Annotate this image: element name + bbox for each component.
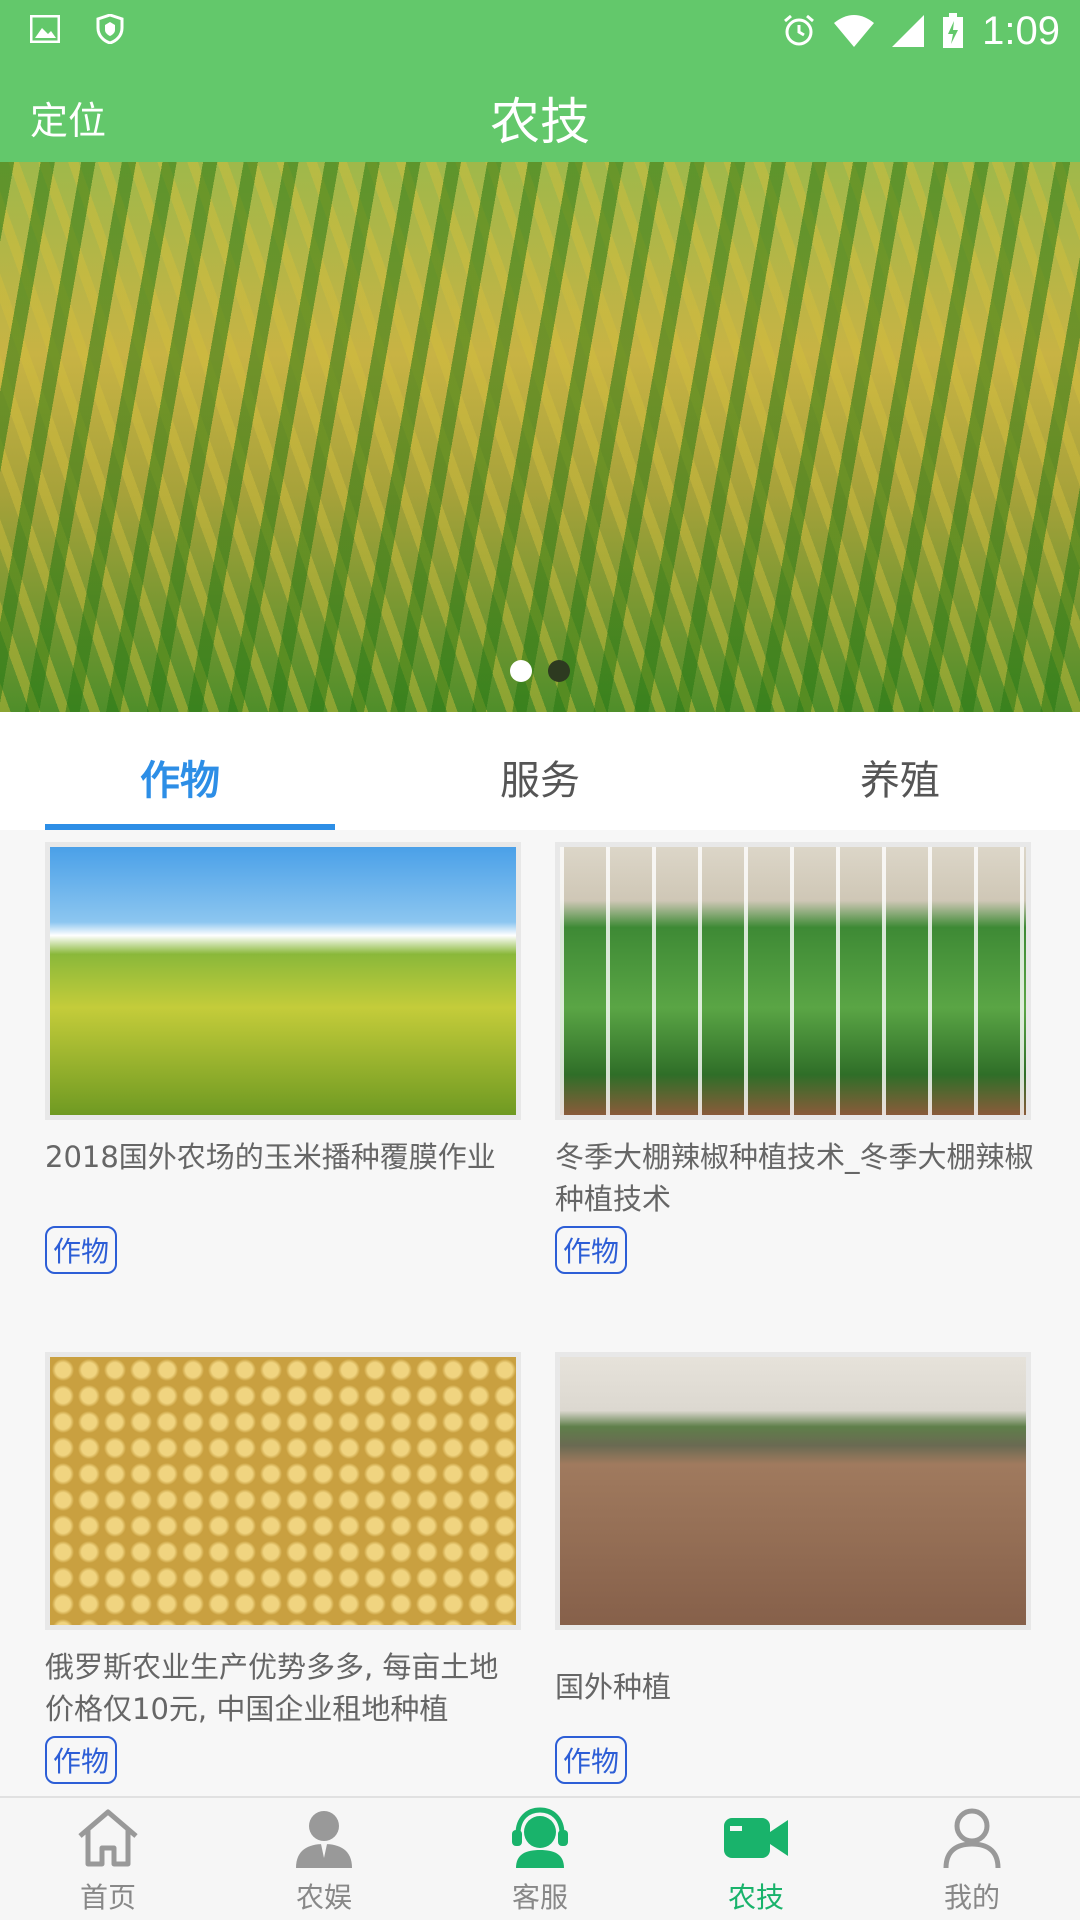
user-icon bbox=[296, 1811, 352, 1868]
nav-entertainment-label: 农娱 bbox=[295, 1881, 352, 1914]
article-card[interactable]: 冬季大棚辣椒种植技术_冬季大棚辣椒种植技术 作物 bbox=[555, 842, 1035, 1274]
nav-customer-service[interactable]: 客服 bbox=[432, 1798, 648, 1920]
category-tabs: 作物 服务 养殖 bbox=[0, 712, 1080, 830]
home-icon bbox=[78, 1809, 138, 1867]
shield-icon bbox=[96, 14, 124, 44]
nav-home[interactable]: 首页 bbox=[0, 1798, 216, 1920]
app-bar: 定位 农技 bbox=[0, 62, 1080, 162]
article-thumbnail[interactable] bbox=[555, 842, 1031, 1120]
article-tag: 作物 bbox=[555, 1226, 628, 1274]
carousel-indicator bbox=[0, 660, 1080, 682]
tab-services[interactable]: 服务 bbox=[360, 712, 720, 830]
page-title: 农技 bbox=[490, 93, 590, 151]
article-thumbnail[interactable] bbox=[45, 842, 521, 1120]
status-bar: 1:09 bbox=[0, 0, 1080, 62]
article-tag: 作物 bbox=[555, 1736, 628, 1784]
nav-agri-tech-label: 农技 bbox=[727, 1881, 784, 1914]
tab-active-indicator bbox=[45, 824, 335, 830]
battery-charging-icon bbox=[943, 13, 964, 48]
article-card[interactable]: 国外种植 作物 bbox=[555, 1352, 1035, 1784]
headset-icon bbox=[512, 1807, 568, 1868]
tab-breeding[interactable]: 养殖 bbox=[720, 712, 1080, 830]
article-thumbnail[interactable] bbox=[45, 1352, 521, 1630]
carousel-dot-1[interactable] bbox=[510, 660, 532, 682]
article-card[interactable]: 2018国外农场的玉米播种覆膜作业 作物 bbox=[45, 842, 525, 1274]
wifi-icon bbox=[834, 15, 875, 47]
alarm-icon bbox=[784, 14, 815, 46]
article-title[interactable]: 冬季大棚辣椒种植技术_冬季大棚辣椒种植技术 bbox=[555, 1136, 1035, 1220]
article-title[interactable]: 2018国外农场的玉米播种覆膜作业 bbox=[45, 1136, 525, 1220]
nav-profile[interactable]: 我的 bbox=[864, 1798, 1080, 1920]
banner-carousel[interactable] bbox=[0, 162, 1080, 712]
nav-entertainment[interactable]: 农娱 bbox=[216, 1798, 432, 1920]
signal-icon bbox=[892, 15, 925, 47]
nav-agri-tech[interactable]: 农技 bbox=[648, 1798, 864, 1920]
article-tag: 作物 bbox=[45, 1736, 118, 1784]
nav-home-label: 首页 bbox=[79, 1881, 136, 1914]
article-tag: 作物 bbox=[45, 1226, 118, 1274]
article-thumbnail[interactable] bbox=[555, 1352, 1031, 1630]
nav-profile-label: 我的 bbox=[943, 1881, 1000, 1914]
tab-crops[interactable]: 作物 bbox=[0, 712, 360, 830]
carousel-dot-2[interactable] bbox=[548, 660, 570, 682]
video-camera-icon bbox=[724, 1818, 788, 1858]
nav-customer-service-label: 客服 bbox=[511, 1881, 568, 1914]
image-notification-icon bbox=[30, 15, 60, 43]
article-title[interactable]: 俄罗斯农业生产优势多多, 每亩土地价格仅10元, 中国企业租地种植 bbox=[45, 1646, 525, 1730]
person-icon bbox=[943, 1808, 1001, 1869]
bottom-navigation: 首页 农娱 客服 农技 我的 bbox=[0, 1796, 1080, 1920]
status-time: 1:09 bbox=[982, 8, 1060, 53]
article-card[interactable]: 俄罗斯农业生产优势多多, 每亩土地价格仅10元, 中国企业租地种植 作物 bbox=[45, 1352, 525, 1784]
article-title[interactable]: 国外种植 bbox=[555, 1646, 1035, 1730]
